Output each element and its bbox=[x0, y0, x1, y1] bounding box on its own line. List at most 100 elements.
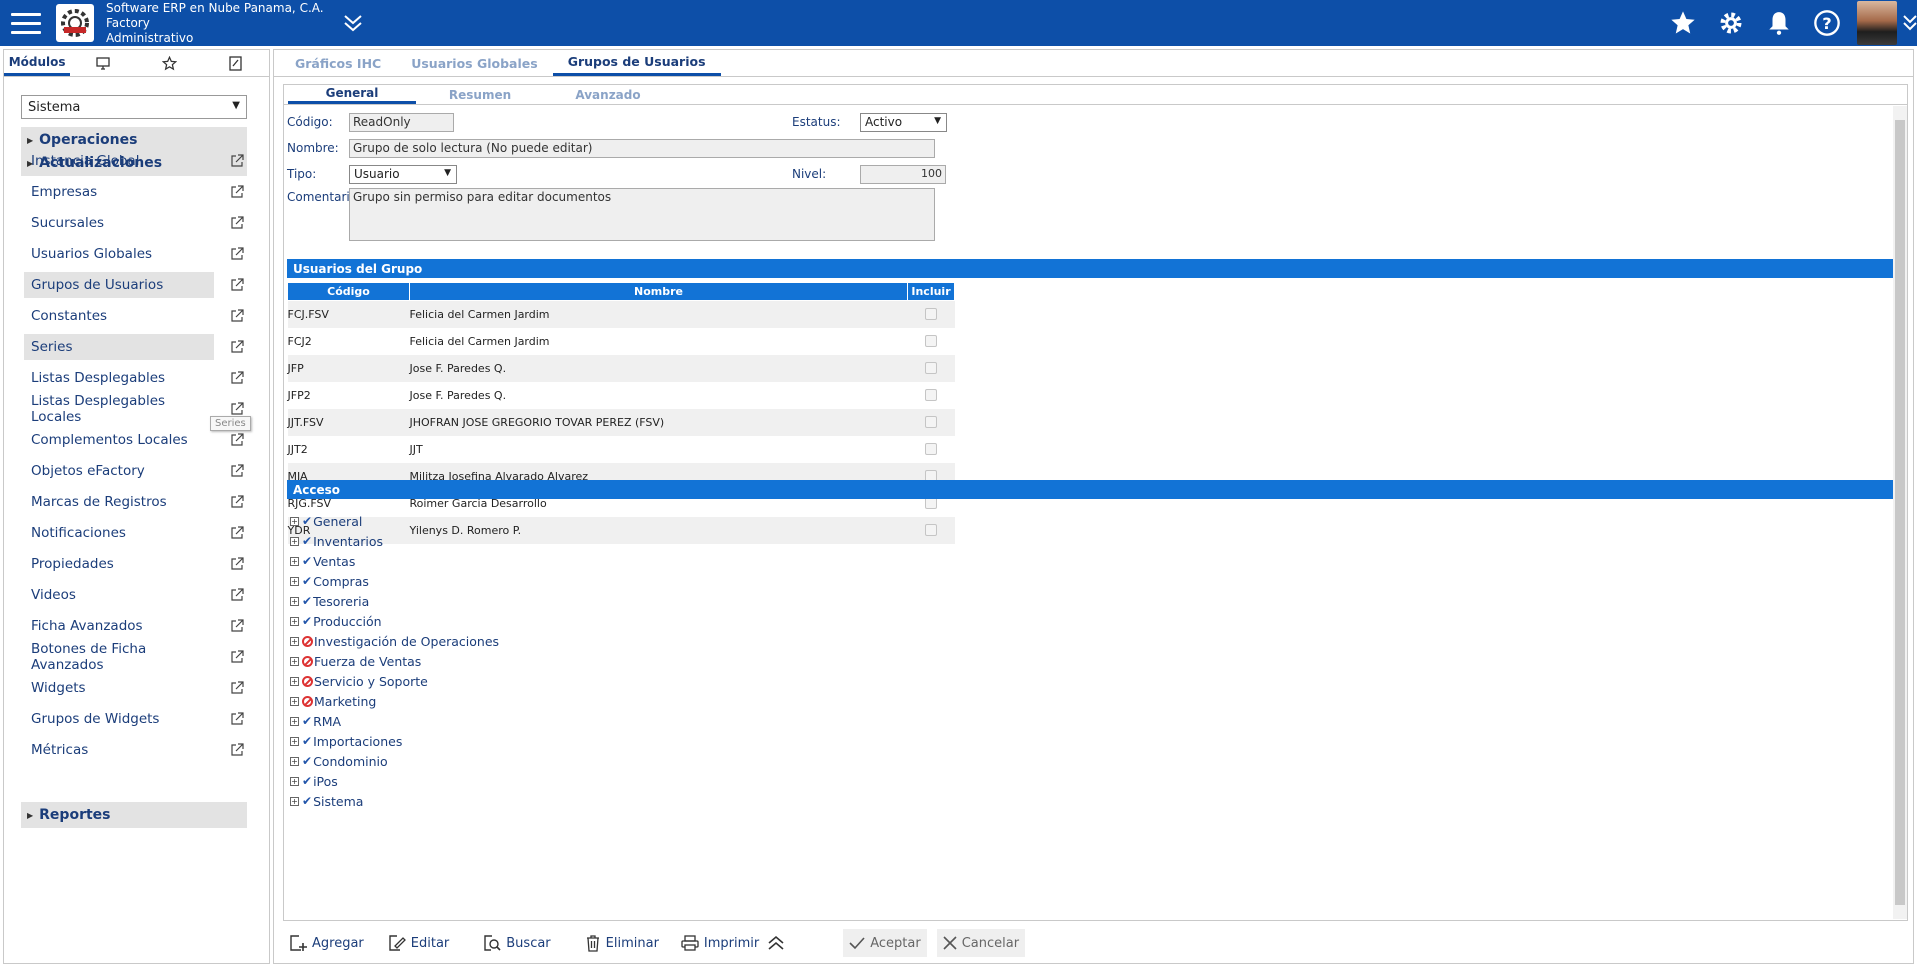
expand-plus-icon[interactable]: + bbox=[290, 636, 299, 646]
column-header-nombre[interactable]: Nombre bbox=[409, 282, 908, 301]
external-link-icon[interactable] bbox=[230, 309, 244, 323]
scrollbar-thumb[interactable] bbox=[1895, 120, 1905, 905]
codigo-field[interactable]: ReadOnly bbox=[349, 113, 454, 132]
external-link-icon[interactable] bbox=[230, 185, 244, 199]
imprimir-button[interactable]: Imprimir bbox=[675, 929, 765, 957]
tab-desktop[interactable] bbox=[70, 50, 136, 76]
menu-item-objetos-efactory[interactable]: Objetos eFactory bbox=[24, 458, 214, 484]
menu-item-propiedades[interactable]: Propiedades bbox=[24, 551, 214, 577]
access-tree-item[interactable]: + ✔ Condominio bbox=[290, 752, 388, 770]
favorites-star-icon[interactable] bbox=[1659, 0, 1707, 46]
access-tree-item[interactable]: + Servicio y Soporte bbox=[290, 672, 428, 690]
tab-notes[interactable] bbox=[203, 50, 269, 76]
access-tree-item[interactable]: + ✔ General bbox=[290, 512, 362, 530]
collapse-chevron-icon[interactable] bbox=[767, 935, 785, 951]
access-tree-item[interactable]: + ✔ iPos bbox=[290, 772, 338, 790]
incluir-checkbox[interactable] bbox=[925, 524, 937, 536]
incluir-checkbox[interactable] bbox=[925, 362, 937, 374]
agregar-button[interactable]: Agregar bbox=[283, 929, 370, 957]
table-row[interactable]: JJT2 JJT bbox=[287, 435, 955, 463]
user-avatar[interactable] bbox=[1857, 1, 1897, 45]
expand-plus-icon[interactable]: + bbox=[290, 616, 299, 626]
table-row[interactable]: YDR Yilenys D. Romero P. bbox=[287, 516, 955, 544]
chevron-down-icon[interactable] bbox=[342, 12, 364, 34]
external-link-icon[interactable] bbox=[230, 464, 244, 478]
access-tree-item[interactable]: + ✔ Importaciones bbox=[290, 732, 402, 750]
aceptar-button[interactable]: Aceptar bbox=[843, 929, 927, 957]
cancelar-button[interactable]: Cancelar bbox=[936, 929, 1026, 957]
menu-item-grupos-de-usuarios[interactable]: Grupos de Usuarios bbox=[24, 272, 214, 298]
tab-resumen[interactable]: Resumen bbox=[416, 85, 544, 104]
external-link-icon[interactable] bbox=[230, 433, 244, 447]
tab-grupos-de-usuarios[interactable]: Grupos de Usuarios bbox=[552, 50, 721, 76]
external-link-icon[interactable] bbox=[230, 681, 244, 695]
tab-usuarios-globales[interactable]: Usuarios Globales bbox=[396, 50, 552, 76]
help-icon[interactable]: ? bbox=[1803, 0, 1851, 46]
eliminar-button[interactable]: Eliminar bbox=[579, 929, 665, 957]
expand-plus-icon[interactable]: + bbox=[290, 736, 299, 746]
menu-item-metricas[interactable]: Métricas bbox=[24, 737, 214, 763]
access-tree-item[interactable]: + Marketing bbox=[290, 692, 376, 710]
menu-item-notificaciones[interactable]: Notificaciones bbox=[24, 520, 214, 546]
column-header-codigo[interactable]: Código bbox=[287, 282, 410, 301]
settings-gear-icon[interactable] bbox=[1707, 0, 1755, 46]
expand-plus-icon[interactable]: + bbox=[290, 516, 299, 526]
expand-plus-icon[interactable]: + bbox=[290, 556, 299, 566]
comentario-textarea[interactable]: Grupo sin permiso para editar documentos bbox=[349, 188, 935, 241]
incluir-checkbox[interactable] bbox=[925, 389, 937, 401]
module-select[interactable]: Sistema ▼ bbox=[21, 95, 247, 119]
access-tree-item[interactable]: + ✔ Sistema bbox=[290, 792, 363, 810]
access-tree-item[interactable]: + ✔ Tesoreria bbox=[290, 592, 369, 610]
menu-item-grupos-de-widgets[interactable]: Grupos de Widgets bbox=[24, 706, 214, 732]
table-row[interactable]: JJT.FSV JHOFRAN JOSE GREGORIO TOVAR PEREZ… bbox=[287, 408, 955, 436]
expand-plus-icon[interactable]: + bbox=[290, 776, 299, 786]
user-menu-chevron-icon[interactable] bbox=[1903, 12, 1917, 34]
external-link-icon[interactable] bbox=[230, 588, 244, 602]
vertical-scrollbar[interactable] bbox=[1893, 106, 1907, 919]
hamburger-menu-icon[interactable] bbox=[4, 0, 48, 46]
expand-plus-icon[interactable]: + bbox=[290, 796, 299, 806]
nombre-field[interactable]: Grupo de solo lectura (No puede editar) bbox=[349, 139, 935, 158]
expand-plus-icon[interactable]: + bbox=[290, 536, 299, 546]
table-row[interactable]: FCJ.FSV Felicia del Carmen Jardim bbox=[287, 300, 955, 328]
external-link-icon[interactable] bbox=[230, 371, 244, 385]
external-link-icon[interactable] bbox=[230, 340, 244, 354]
menu-item-widgets[interactable]: Widgets bbox=[24, 675, 214, 701]
expand-plus-icon[interactable]: + bbox=[290, 696, 299, 706]
tab-avanzado[interactable]: Avanzado bbox=[544, 85, 672, 104]
access-tree-item[interactable]: + Fuerza de Ventas bbox=[290, 652, 421, 670]
editar-button[interactable]: Editar bbox=[382, 929, 456, 957]
incluir-checkbox[interactable] bbox=[925, 308, 937, 321]
expand-plus-icon[interactable]: + bbox=[290, 656, 299, 666]
access-tree-item[interactable]: + Investigación de Operaciones bbox=[290, 632, 499, 650]
menu-item-usuarios-globales[interactable]: Usuarios Globales bbox=[24, 241, 214, 267]
access-tree-item[interactable]: + ✔ Inventarios bbox=[290, 532, 383, 550]
access-tree-item[interactable]: + ✔ Compras bbox=[290, 572, 369, 590]
tipo-select[interactable]: Usuario ▼ bbox=[349, 165, 457, 184]
notifications-bell-icon[interactable] bbox=[1755, 0, 1803, 46]
menu-item-botones-de-ficha-avanzados[interactable]: Botones de Ficha Avanzados bbox=[24, 641, 214, 673]
external-link-icon[interactable] bbox=[230, 650, 244, 664]
access-tree-item[interactable]: + ✔ Ventas bbox=[290, 552, 355, 570]
menu-item-complementos-locales[interactable]: Complementos Locales bbox=[24, 427, 214, 453]
expand-plus-icon[interactable]: + bbox=[290, 756, 299, 766]
external-link-icon[interactable] bbox=[230, 402, 244, 416]
menu-item-constantes[interactable]: Constantes bbox=[24, 303, 214, 329]
table-row[interactable]: JFP Jose F. Paredes Q. bbox=[287, 354, 955, 382]
expand-plus-icon[interactable]: + bbox=[290, 576, 299, 586]
buscar-button[interactable]: Buscar bbox=[477, 929, 556, 957]
menu-item-videos[interactable]: Videos bbox=[24, 582, 214, 608]
external-link-icon[interactable] bbox=[230, 495, 244, 509]
tab-modules[interactable]: Módulos bbox=[4, 50, 71, 76]
expand-plus-icon[interactable]: + bbox=[290, 716, 299, 726]
external-link-icon[interactable] bbox=[230, 743, 244, 757]
incluir-checkbox[interactable] bbox=[925, 416, 937, 428]
menu-item-marcas-de-registros[interactable]: Marcas de Registros bbox=[24, 489, 214, 515]
table-row[interactable]: FCJ2 Felicia del Carmen Jardim bbox=[287, 327, 955, 355]
external-link-icon[interactable] bbox=[230, 278, 244, 292]
expand-plus-icon[interactable]: + bbox=[290, 596, 299, 606]
expand-plus-icon[interactable]: + bbox=[290, 676, 299, 686]
menu-item-series[interactable]: Series bbox=[24, 334, 214, 360]
menu-item-sucursales[interactable]: Sucursales bbox=[24, 210, 214, 236]
external-link-icon[interactable] bbox=[230, 216, 244, 230]
